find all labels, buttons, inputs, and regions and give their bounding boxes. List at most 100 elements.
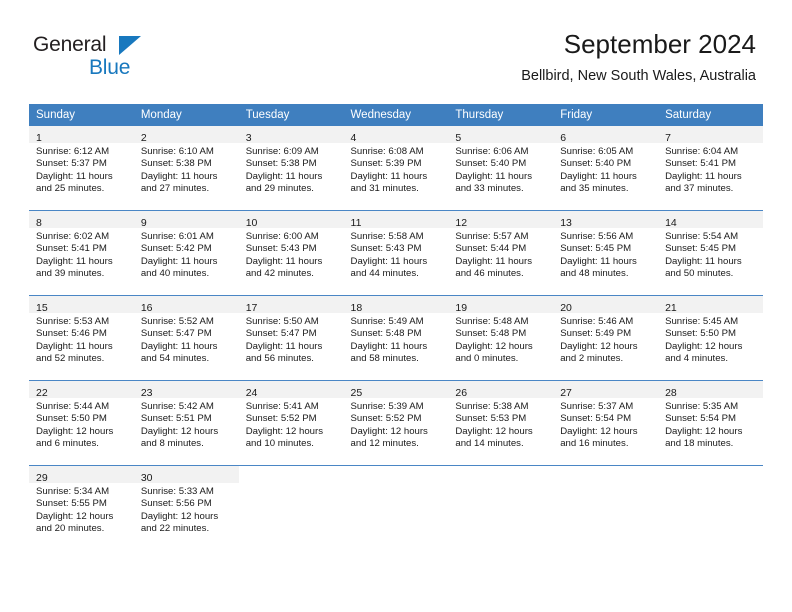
day-cell-content: 23 Sunrise: 5:42 AM Sunset: 5:51 PM Dayligh… [133, 381, 239, 465]
day-sun-info: Sunrise: 5:42 AM Sunset: 5:51 PM Daylight:… [134, 398, 239, 450]
weekday-header-thursday: Thursday [448, 104, 554, 126]
calendar-day-cell[interactable]: 18 Sunrise: 5:49 AM Sunset: 5:48 PM Dayligh… [343, 295, 449, 381]
sunset-time: Sunset: 5:47 PM [245, 328, 317, 340]
calendar-day-cell[interactable]: 27 Sunrise: 5:37 AM Sunset: 5:54 PM Dayligh… [553, 380, 659, 466]
calendar-day-cell[interactable]: 5 Sunrise: 6:06 AM Sunset: 5:40 PM Daylight… [448, 126, 554, 211]
calendar-day-cell[interactable]: 21 Sunrise: 5:45 AM Sunset: 5:50 PM Dayligh… [658, 295, 763, 381]
sunrise-time: Sunrise: 5:52 AM [140, 316, 214, 327]
calendar-day-cell[interactable]: 17 Sunrise: 5:50 AM Sunset: 5:47 PM Dayligh… [238, 295, 344, 381]
day-sun-info: Sunrise: 6:12 AM Sunset: 5:37 PM Daylight:… [29, 143, 134, 195]
calendar-day-cell[interactable]: 14 Sunrise: 5:54 AM Sunset: 5:45 PM Dayligh… [658, 210, 763, 296]
daylight-duration-line2: and 33 minutes. [455, 182, 524, 194]
sunrise-time: Sunrise: 5:57 AM [455, 231, 529, 242]
calendar-day-cell[interactable]: 4 Sunrise: 6:08 AM Sunset: 5:39 PM Daylight… [343, 126, 449, 211]
day-sun-info: Sunrise: 5:56 AM Sunset: 5:45 PM Daylight:… [553, 228, 658, 280]
calendar-day-cell[interactable]: 3 Sunrise: 6:09 AM Sunset: 5:38 PM Daylight… [238, 126, 344, 211]
calendar-day-cell[interactable]: 11 Sunrise: 5:58 AM Sunset: 5:43 PM Dayligh… [343, 210, 449, 296]
daylight-duration-line2: and 42 minutes. [245, 267, 314, 279]
day-number-strip: 14 [658, 211, 763, 229]
sunrise-time: Sunrise: 5:39 AM [350, 401, 424, 412]
sunset-time: Sunset: 5:48 PM [455, 328, 527, 340]
calendar-day-cell[interactable]: 15 Sunrise: 5:53 AM Sunset: 5:46 PM Dayligh… [29, 295, 134, 381]
sunrise-time: Sunrise: 5:34 AM [36, 486, 110, 497]
sunset-time: Sunset: 5:40 PM [455, 158, 527, 170]
day-number: 30 [140, 472, 153, 484]
calendar-day-cell[interactable]: 7 Sunrise: 6:04 AM Sunset: 5:41 PM Daylight… [658, 126, 763, 211]
calendar-day-cell[interactable] [553, 465, 659, 550]
generalblue-logo[interactable]: General Blue [33, 33, 163, 85]
sunrise-time: Sunrise: 6:06 AM [455, 146, 529, 157]
day-cell-content: 18 Sunrise: 5:49 AM Sunset: 5:48 PM Dayligh… [343, 296, 449, 380]
sunrise-time: Sunrise: 6:08 AM [350, 146, 424, 157]
calendar-day-cell[interactable]: 9 Sunrise: 6:01 AM Sunset: 5:42 PM Daylight… [133, 210, 239, 296]
calendar-day-cell[interactable]: 10 Sunrise: 6:00 AM Sunset: 5:43 PM Dayligh… [238, 210, 344, 296]
daylight-duration-line2: and 2 minutes. [560, 352, 624, 364]
calendar-day-cell[interactable]: 29 Sunrise: 5:34 AM Sunset: 5:55 PM Dayligh… [29, 465, 134, 550]
day-cell-content: 22 Sunrise: 5:44 AM Sunset: 5:50 PM Dayligh… [29, 381, 134, 465]
sunrise-time: Sunrise: 6:10 AM [140, 146, 214, 157]
daylight-duration-line1: Daylight: 12 hours [36, 510, 114, 522]
daylight-duration-line2: and 12 minutes. [350, 437, 419, 449]
weekday-header-tuesday: Tuesday [238, 104, 344, 126]
sunset-time: Sunset: 5:52 PM [245, 413, 317, 425]
calendar-day-cell[interactable]: 12 Sunrise: 5:57 AM Sunset: 5:44 PM Dayligh… [448, 210, 554, 296]
daylight-duration-line1: Daylight: 11 hours [455, 255, 532, 267]
calendar-header-row: Sunday Monday Tuesday Wednesday Thursday… [29, 104, 763, 126]
daylight-duration-line1: Daylight: 11 hours [36, 170, 113, 182]
day-sun-info: Sunrise: 6:08 AM Sunset: 5:39 PM Daylight:… [344, 143, 449, 195]
day-sun-info: Sunrise: 5:44 AM Sunset: 5:50 PM Daylight:… [29, 398, 134, 450]
calendar-day-cell[interactable] [238, 465, 344, 550]
day-number-strip: 2 [133, 126, 239, 144]
sunset-time: Sunset: 5:49 PM [560, 328, 632, 340]
sunrise-time: Sunrise: 6:02 AM [36, 231, 110, 242]
calendar-day-cell[interactable]: 13 Sunrise: 5:56 AM Sunset: 5:45 PM Dayligh… [553, 210, 659, 296]
daylight-duration-line2: and 22 minutes. [140, 522, 210, 534]
daylight-duration-line1: Daylight: 12 hours [455, 425, 533, 437]
calendar-body: 1 Sunrise: 6:12 AM Sunset: 5:37 PM Daylight… [29, 126, 763, 550]
calendar-page: General Blue September 2024 Bellbird, Ne… [0, 0, 792, 612]
calendar-day-cell[interactable] [448, 465, 554, 550]
sunrise-time: Sunrise: 6:01 AM [140, 231, 214, 242]
daylight-duration-line2: and 18 minutes. [665, 437, 734, 449]
sunset-time: Sunset: 5:44 PM [455, 243, 527, 255]
day-cell-empty [553, 466, 658, 550]
daylight-duration-line1: Daylight: 11 hours [350, 255, 428, 267]
daylight-duration-line1: Daylight: 11 hours [245, 170, 323, 182]
daylight-duration-line2: and 27 minutes. [140, 182, 210, 194]
calendar-day-cell[interactable]: 20 Sunrise: 5:46 AM Sunset: 5:49 PM Dayligh… [553, 295, 659, 381]
day-number-strip: 15 [29, 296, 134, 314]
day-number: 6 [560, 132, 567, 144]
sunrise-time: Sunrise: 5:38 AM [455, 401, 529, 412]
calendar-week-row: 22 Sunrise: 5:44 AM Sunset: 5:50 PM Dayligh… [29, 380, 763, 466]
daylight-duration-line2: and 52 minutes. [36, 352, 105, 364]
day-cell-content: 24 Sunrise: 5:41 AM Sunset: 5:52 PM Dayligh… [238, 381, 344, 465]
calendar-day-cell[interactable]: 19 Sunrise: 5:48 AM Sunset: 5:48 PM Dayligh… [448, 295, 554, 381]
day-sun-info: Sunrise: 6:06 AM Sunset: 5:40 PM Daylight:… [448, 143, 553, 195]
calendar-day-cell[interactable]: 22 Sunrise: 5:44 AM Sunset: 5:50 PM Dayligh… [29, 380, 134, 466]
day-number: 16 [140, 302, 153, 314]
calendar-day-cell[interactable]: 6 Sunrise: 6:05 AM Sunset: 5:40 PM Daylight… [553, 126, 659, 211]
sunrise-time: Sunrise: 5:35 AM [665, 401, 739, 412]
day-number: 15 [36, 302, 48, 314]
day-sun-info: Sunrise: 6:09 AM Sunset: 5:38 PM Daylight:… [239, 143, 344, 195]
calendar-day-cell[interactable]: 16 Sunrise: 5:52 AM Sunset: 5:47 PM Dayligh… [133, 295, 239, 381]
calendar-day-cell[interactable] [343, 465, 449, 550]
calendar-day-cell[interactable]: 28 Sunrise: 5:35 AM Sunset: 5:54 PM Dayligh… [658, 380, 763, 466]
day-number-strip: 5 [448, 126, 554, 144]
day-number-strip: 23 [133, 381, 239, 399]
weekday-header-wednesday: Wednesday [343, 104, 449, 126]
calendar-day-cell[interactable]: 25 Sunrise: 5:39 AM Sunset: 5:52 PM Dayligh… [343, 380, 449, 466]
calendar-day-cell[interactable] [658, 465, 763, 550]
calendar-day-cell[interactable]: 26 Sunrise: 5:38 AM Sunset: 5:53 PM Dayligh… [448, 380, 554, 466]
calendar-day-cell[interactable]: 8 Sunrise: 6:02 AM Sunset: 5:41 PM Daylight… [29, 210, 134, 296]
calendar-day-cell[interactable]: 24 Sunrise: 5:41 AM Sunset: 5:52 PM Dayligh… [238, 380, 344, 466]
day-number-strip: 20 [553, 296, 659, 314]
calendar-day-cell[interactable]: 23 Sunrise: 5:42 AM Sunset: 5:51 PM Dayligh… [133, 380, 239, 466]
calendar-day-cell[interactable]: 1 Sunrise: 6:12 AM Sunset: 5:37 PM Daylight… [29, 126, 134, 211]
sunrise-time: Sunrise: 5:49 AM [350, 316, 424, 327]
calendar-day-cell[interactable]: 2 Sunrise: 6:10 AM Sunset: 5:38 PM Daylight… [133, 126, 239, 211]
daylight-duration-line2: and 20 minutes. [36, 522, 105, 534]
day-number: 7 [665, 132, 671, 144]
day-sun-info: Sunrise: 5:58 AM Sunset: 5:43 PM Daylight:… [344, 228, 449, 280]
calendar-day-cell[interactable]: 30 Sunrise: 5:33 AM Sunset: 5:56 PM Dayligh… [133, 465, 239, 550]
